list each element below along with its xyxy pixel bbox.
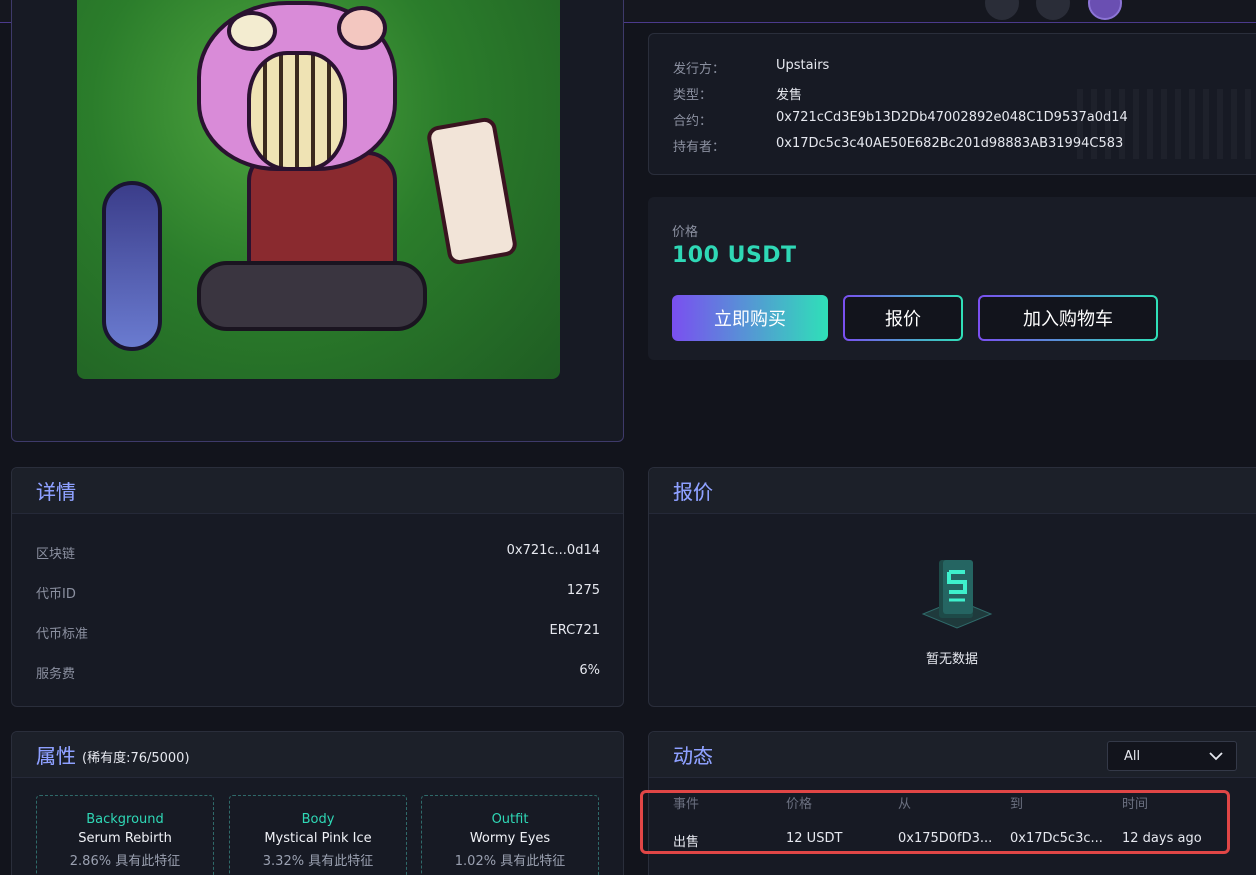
contract-address[interactable]: 0x721cCd3E9b13D2Db47002892e048C1D9537a0d… (776, 110, 1128, 129)
highlight-annotation-box (640, 790, 1230, 854)
activity-filter-value: All (1124, 748, 1141, 764)
buy-now-button[interactable]: 立即购买 (672, 295, 828, 341)
trait-card-outfit[interactable]: Outfit Wormy Eyes 1.02% 具有此特征 (421, 795, 599, 875)
price-label: 价格 (672, 225, 699, 240)
detail-label: 代币标准 (36, 627, 89, 642)
contract-row: 合约： 0x721cCd3E9b13D2Db47002892e048C1D953… (673, 110, 1128, 129)
trait-value: Wormy Eyes (469, 831, 551, 846)
globe-button[interactable] (1036, 0, 1070, 20)
detail-value: ERC721 (549, 623, 601, 638)
owner-address[interactable]: 0x17Dc5c3c40AE50E682Bc201d98883AB31994C5… (776, 136, 1123, 155)
detail-label: 代币ID (36, 587, 76, 602)
activity-filter-select[interactable]: All (1107, 741, 1237, 771)
owner-label: 持有者： (673, 140, 726, 155)
empty-data-text: 暂无数据 (925, 652, 978, 667)
issuer-label: 发行方： (673, 62, 726, 77)
issuer-row: 发行方： Upstairs (673, 58, 829, 77)
offers-header: 报价 (649, 468, 1256, 514)
trait-type: Background (86, 812, 164, 827)
trait-value: Serum Rebirth (78, 831, 172, 846)
detail-row-chain: 区块链 0x721c...0d14 (36, 543, 600, 562)
owner-row: 持有者： 0x17Dc5c3c40AE50E682Bc201d98883AB31… (673, 136, 1123, 155)
issuer-value[interactable]: Upstairs (776, 58, 829, 77)
trait-card-body[interactable]: Body Mystical Pink Ice 3.32% 具有此特征 (229, 795, 407, 875)
price-panel: 价格 100 USDT 立即购买 报价 加入购物车 (648, 197, 1256, 360)
offers-title: 报价 (673, 476, 713, 505)
nft-artwork-image (77, 0, 560, 379)
search-button[interactable] (985, 0, 1019, 20)
details-header: 详情 (12, 468, 623, 514)
nft-info-panel: 发行方： Upstairs 类型： 发售 合约： 0x721cCd3E9b13D… (648, 33, 1256, 175)
make-offer-button[interactable]: 报价 (843, 295, 963, 341)
type-row: 类型： 发售 (673, 84, 802, 103)
traits-panel: 属性 (稀有度:76/5000) Background Serum Rebirt… (11, 731, 624, 875)
nft-image-panel (11, 0, 624, 442)
detail-label: 服务费 (36, 667, 76, 682)
trait-rarity: 1.02% 具有此特征 (454, 854, 566, 869)
detail-row-token-id: 代币ID 1275 (36, 583, 600, 602)
detail-value: 1275 (566, 583, 600, 598)
trait-type: Outfit (491, 812, 529, 827)
traits-title: 属性 (36, 740, 76, 769)
trait-value: Mystical Pink Ice (264, 831, 372, 846)
details-panel: 详情 区块链 0x721c...0d14 代币ID 1275 代币标准 ERC7… (11, 467, 624, 707)
detail-value[interactable]: 0x721c...0d14 (507, 543, 600, 562)
type-label: 类型： (673, 88, 713, 103)
activity-title: 动态 (673, 740, 713, 769)
trait-type: Body (301, 812, 335, 827)
contract-label: 合约： (673, 114, 713, 129)
detail-label: 区块链 (36, 547, 76, 562)
add-to-cart-button[interactable]: 加入购物车 (978, 295, 1158, 341)
trait-rarity: 2.86% 具有此特征 (69, 854, 181, 869)
chevron-down-icon (1209, 752, 1223, 761)
trait-card-background[interactable]: Background Serum Rebirth 2.86% 具有此特征 (36, 795, 214, 875)
price-value: 100 USDT (672, 243, 797, 268)
traits-header: 属性 (稀有度:76/5000) (12, 732, 623, 778)
details-title: 详情 (36, 476, 76, 505)
detail-value: 6% (579, 663, 600, 678)
rarity-score: (稀有度:76/5000) (82, 751, 190, 766)
trait-rarity: 3.32% 具有此特征 (262, 854, 374, 869)
type-value: 发售 (776, 88, 803, 103)
empty-data-icon (921, 560, 993, 629)
detail-row-fee: 服务费 6% (36, 663, 600, 682)
detail-row-standard: 代币标准 ERC721 (36, 623, 600, 642)
offers-panel: 报价 暂无数据 (648, 467, 1256, 707)
user-avatar[interactable] (1088, 0, 1122, 20)
